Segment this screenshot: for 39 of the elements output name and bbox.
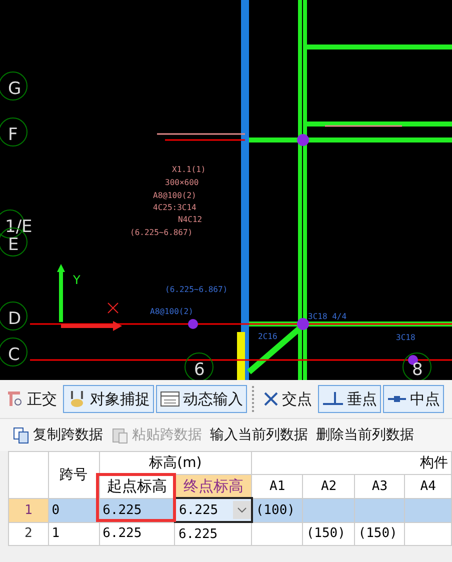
toolbar-button[interactable]: 输入当前列数据 <box>210 426 308 444</box>
table-cell: 6.225 <box>174 522 252 546</box>
ortho-icon <box>6 390 24 408</box>
toolbar-button[interactable]: 复制跨数据 <box>12 426 103 444</box>
table-cell: (150) <box>302 522 355 546</box>
cross-icon <box>263 391 279 407</box>
table-cell <box>252 522 303 546</box>
column-header[interactable]: A4 <box>404 474 452 498</box>
table-cell <box>404 522 452 546</box>
toolbar-button[interactable]: 中点 <box>383 385 444 413</box>
table-cell <box>302 498 355 522</box>
keyboard-icon <box>160 390 180 408</box>
table-cell: (150) <box>354 522 405 546</box>
table-cell: 6.225 <box>99 522 175 546</box>
midpoint-icon <box>387 394 407 404</box>
column-header[interactable]: A2 <box>302 474 355 498</box>
clipboard-icon <box>111 426 129 444</box>
toolbar-button[interactable]: 对象捕捉 <box>63 385 154 413</box>
toolbar-button[interactable]: 删除当前列数据 <box>316 426 414 444</box>
table-cell <box>404 498 452 522</box>
cad-drawing: G F 1/E E D C 6 8 X1.1(1) 300×600 A8@100(2) 4C25:3C14 N4C12 (6.225~6.867) (6.225~6.867) A8@100(2) 2C16 3C18 3C18 4/4 Y <box>0 0 452 380</box>
column-header[interactable]: A3 <box>354 474 405 498</box>
column-header: 构件 <box>252 452 452 474</box>
perpendicular-icon <box>322 390 344 408</box>
dropdown-field[interactable]: 6.225 <box>174 498 252 522</box>
row-number[interactable]: 2 <box>8 522 48 546</box>
toolbar-button[interactable]: 动态输入 <box>156 385 247 413</box>
table-cell: 1 <box>48 522 100 546</box>
toolbar-button[interactable]: 垂点 <box>318 385 381 413</box>
chevron-icon <box>236 507 247 513</box>
table-cell: (100) <box>252 498 303 522</box>
toolbar-button[interactable]: 交点 <box>259 385 316 413</box>
row-number[interactable]: 1 <box>8 498 48 522</box>
table-cell <box>354 498 405 522</box>
copy-icon <box>12 426 30 444</box>
column-header: 跨号 <box>48 452 100 498</box>
toolbar-button[interactable]: 正交 <box>2 385 61 413</box>
column-header: 标高(m) <box>99 452 252 474</box>
column-header[interactable]: A1 <box>252 474 303 498</box>
